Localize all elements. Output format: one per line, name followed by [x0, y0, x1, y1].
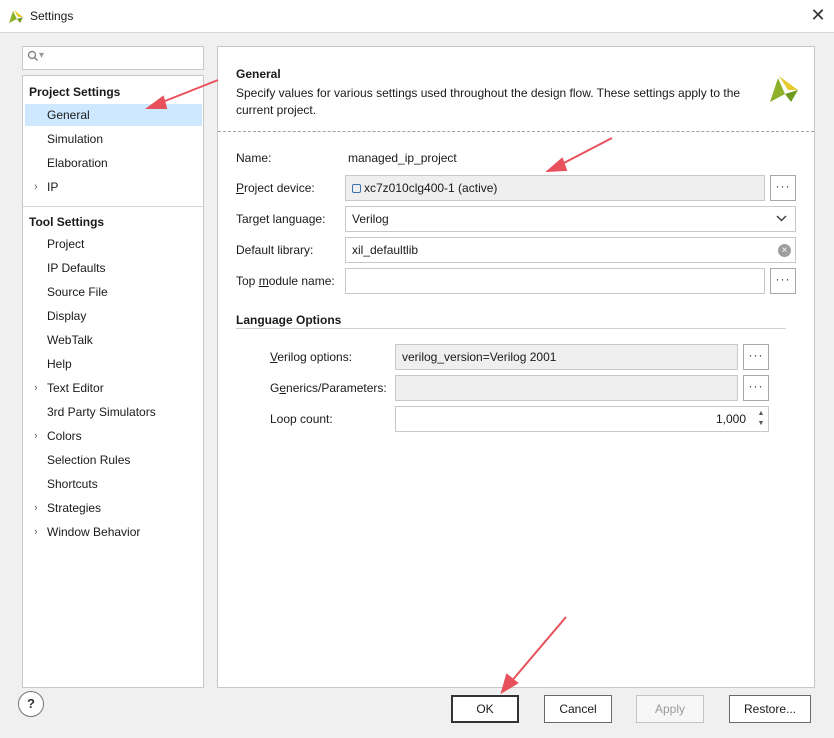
tree-item-colors[interactable]: › Colors	[25, 425, 202, 447]
tree-item-label: IP	[47, 180, 59, 194]
tree-item-text-editor[interactable]: › Text Editor	[25, 377, 202, 399]
chevron-down-icon[interactable]	[776, 215, 787, 222]
vivado-logo-icon	[770, 76, 798, 102]
generics-parameters-field[interactable]	[395, 375, 738, 401]
project-device-browse-button[interactable]: ···	[770, 175, 796, 201]
name-label: Name:	[236, 151, 272, 165]
tree-header-project-settings: Project Settings	[29, 85, 121, 99]
tree-item-selection-rules[interactable]: Selection Rules	[25, 449, 202, 471]
tree-header-tool-settings: Tool Settings	[29, 215, 105, 229]
verilog-options-label: Verilog options:	[270, 350, 353, 364]
settings-search-input[interactable]: ▾	[22, 46, 204, 70]
tree-item-display[interactable]: Display	[25, 305, 202, 327]
spinner-arrows-icon[interactable]: ▲ ▼	[756, 409, 766, 429]
tree-item-label: Source File	[47, 285, 108, 299]
tree-item-label: Window Behavior	[47, 525, 141, 539]
tree-item-3rd-party-simulators[interactable]: 3rd Party Simulators	[25, 401, 202, 423]
tree-item-label: Strategies	[47, 501, 102, 515]
tree-item-label: Colors	[47, 429, 82, 443]
search-dropdown-indicator: ▾	[39, 50, 45, 61]
loop-count-label: Loop count:	[270, 412, 333, 426]
vivado-app-icon	[9, 10, 23, 23]
tree-item-label: IP Defaults	[47, 261, 106, 275]
window-title: Settings	[30, 9, 74, 23]
tree-item-label: Text Editor	[47, 381, 104, 395]
chevron-right-icon[interactable]: ›	[34, 425, 38, 447]
tree-item-label: WebTalk	[47, 333, 93, 347]
panel-description: Specify values for various settings used…	[236, 86, 741, 117]
project-device-field[interactable]: xc7z010clg400-1 (active)	[345, 175, 765, 201]
clear-icon[interactable]: ×	[778, 244, 791, 257]
apply-button[interactable]: Apply	[636, 695, 704, 723]
project-device-label: Project device:	[236, 181, 315, 195]
tree-item-label: Display	[47, 309, 87, 323]
top-module-browse-button[interactable]: ···	[770, 268, 796, 294]
panel-title: General	[236, 67, 281, 81]
settings-tree: Project Settings General Simulation Elab…	[22, 75, 204, 688]
tree-item-ip[interactable]: › IP	[25, 176, 202, 198]
tree-item-label: Elaboration	[47, 156, 108, 170]
name-value: managed_ip_project	[348, 151, 457, 165]
chip-icon	[352, 184, 361, 193]
settings-content-panel: General Specify values for various setti…	[217, 46, 815, 688]
cancel-button[interactable]: Cancel	[544, 695, 612, 723]
tree-item-label: Simulation	[47, 132, 104, 146]
target-language-select[interactable]: Verilog	[345, 206, 796, 232]
target-language-label: Target language:	[236, 212, 326, 226]
generics-parameters-label: Generics/Parameters:	[270, 381, 387, 395]
tree-item-shortcuts[interactable]: Shortcuts	[25, 473, 202, 495]
tree-item-simulation[interactable]: Simulation	[25, 128, 202, 150]
loop-count-spinner[interactable]: 1,000 ▲ ▼	[395, 406, 769, 432]
language-options-divider	[236, 328, 786, 329]
chevron-right-icon[interactable]: ›	[34, 521, 38, 543]
tree-item-label: General	[47, 108, 90, 122]
tree-item-label: Selection Rules	[47, 453, 131, 467]
help-button[interactable]: ?	[18, 691, 44, 717]
default-library-label: Default library:	[236, 243, 314, 257]
close-button[interactable]: ✕	[806, 4, 830, 28]
tree-item-label: Help	[47, 357, 72, 371]
tree-item-project[interactable]: Project	[25, 233, 202, 255]
tree-item-source-file[interactable]: Source File	[25, 281, 202, 303]
title-bar: Settings ✕	[0, 0, 834, 32]
verilog-options-button[interactable]: ···	[743, 344, 769, 370]
tree-item-general[interactable]: General	[25, 104, 202, 126]
tree-item-ip-defaults[interactable]: IP Defaults	[25, 257, 202, 279]
verilog-options-field[interactable]: verilog_version=Verilog 2001	[395, 344, 738, 370]
generics-parameters-button[interactable]: ···	[743, 375, 769, 401]
tree-item-window-behavior[interactable]: › Window Behavior	[25, 521, 202, 543]
tree-item-elaboration[interactable]: Elaboration	[25, 152, 202, 174]
chevron-right-icon[interactable]: ›	[34, 176, 38, 198]
top-module-name-input[interactable]	[345, 268, 765, 294]
tree-item-strategies[interactable]: › Strategies	[25, 497, 202, 519]
tree-divider	[23, 206, 203, 207]
language-options-header: Language Options	[236, 313, 342, 327]
section-divider	[218, 131, 814, 132]
tree-item-help[interactable]: Help	[25, 353, 202, 375]
ok-button[interactable]: OK	[451, 695, 519, 723]
chevron-right-icon[interactable]: ›	[34, 497, 38, 519]
chevron-right-icon[interactable]: ›	[34, 377, 38, 399]
restore-button[interactable]: Restore...	[729, 695, 811, 723]
tree-item-label: 3rd Party Simulators	[47, 405, 156, 419]
default-library-input[interactable]: xil_defaultlib ×	[345, 237, 796, 263]
tree-item-label: Project	[47, 237, 85, 251]
top-module-name-label: Top module name:	[236, 274, 335, 288]
tree-item-label: Shortcuts	[47, 477, 98, 491]
search-icon	[27, 50, 39, 65]
tree-item-webtalk[interactable]: WebTalk	[25, 329, 202, 351]
